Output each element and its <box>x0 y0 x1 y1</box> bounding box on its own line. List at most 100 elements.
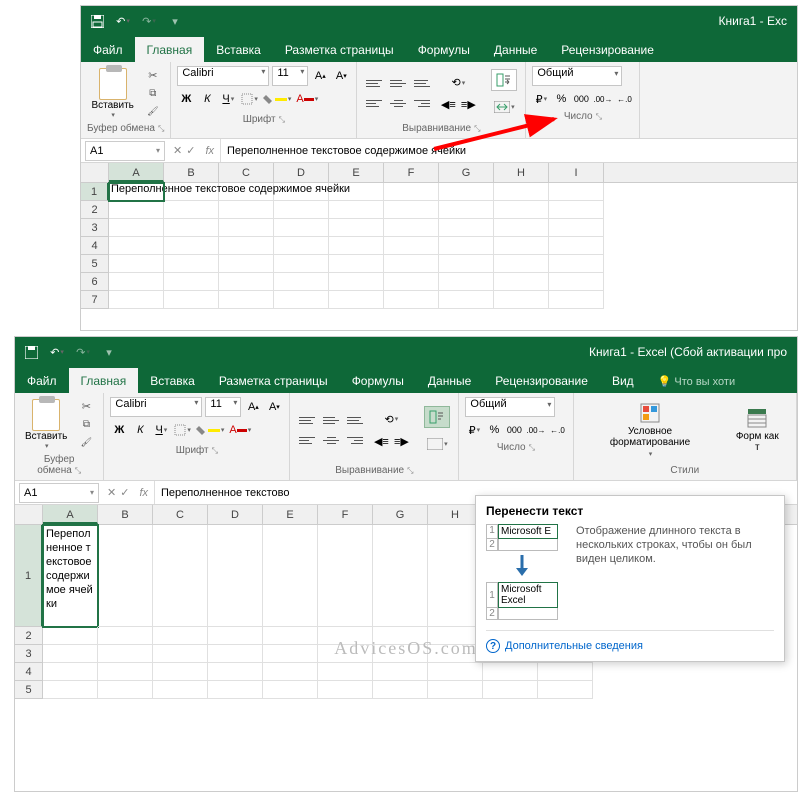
col-header[interactable]: E <box>263 505 318 524</box>
cell[interactable] <box>329 201 384 219</box>
font-size-select[interactable]: 11 <box>272 66 308 86</box>
clipboard-launcher-icon[interactable]: ⤡ <box>158 124 164 133</box>
cell[interactable] <box>549 237 604 255</box>
cell[interactable] <box>219 291 274 309</box>
wrap-text-button[interactable] <box>424 406 450 428</box>
cell[interactable] <box>274 219 329 237</box>
decrease-font-icon[interactable]: A▾ <box>265 397 283 417</box>
col-header[interactable]: B <box>164 163 219 182</box>
cut-icon[interactable] <box>77 399 95 415</box>
number-launcher-icon[interactable]: ⤡ <box>529 443 535 452</box>
cell[interactable] <box>274 201 329 219</box>
fx-icon[interactable]: fx <box>205 145 214 157</box>
number-launcher-icon[interactable]: ⤡ <box>596 112 602 121</box>
cell[interactable] <box>98 663 153 681</box>
increase-font-icon[interactable]: A▴ <box>244 397 262 417</box>
col-header[interactable]: F <box>384 163 439 182</box>
cell[interactable] <box>219 273 274 291</box>
cell[interactable] <box>164 237 219 255</box>
alignment-launcher-icon[interactable]: ⤡ <box>407 466 413 475</box>
cell[interactable] <box>153 627 208 645</box>
col-header[interactable]: H <box>494 163 549 182</box>
cell-a1[interactable]: Переполненное текстовое содержимое ячейк… <box>43 525 98 627</box>
cell[interactable] <box>329 291 384 309</box>
row-header[interactable]: 2 <box>15 627 43 645</box>
tab-data[interactable]: Данные <box>416 368 483 393</box>
cell[interactable] <box>274 273 329 291</box>
tab-page-layout[interactable]: Разметка страницы <box>273 37 406 62</box>
cell[interactable] <box>109 255 164 273</box>
format-painter-icon[interactable] <box>77 435 95 451</box>
cell[interactable] <box>219 237 274 255</box>
conditional-formatting-button[interactable]: Условное форматирование ▾ <box>580 400 721 460</box>
row-header[interactable]: 4 <box>81 237 109 255</box>
cell[interactable] <box>274 237 329 255</box>
italic-button[interactable]: К <box>198 89 216 109</box>
undo-icon[interactable]: ↶▾ <box>113 11 133 31</box>
cell[interactable] <box>263 525 318 627</box>
cancel-formula-icon[interactable]: ✕ <box>173 144 182 157</box>
orientation-button[interactable]: ⟲▾ <box>372 409 410 429</box>
tab-insert[interactable]: Вставка <box>138 368 207 393</box>
cell[interactable] <box>263 645 318 663</box>
cell[interactable] <box>164 255 219 273</box>
cell[interactable] <box>494 255 549 273</box>
cell[interactable] <box>384 255 439 273</box>
cell[interactable] <box>164 201 219 219</box>
increase-indent-button[interactable]: ≡▶ <box>392 431 410 451</box>
row-header[interactable]: 5 <box>15 681 43 699</box>
col-header[interactable]: G <box>373 505 428 524</box>
orientation-button[interactable]: ⟲▾ <box>439 73 477 93</box>
cell[interactable] <box>329 237 384 255</box>
name-box[interactable]: A1 <box>19 483 99 503</box>
increase-decimal-button[interactable]: .00→ <box>525 420 546 440</box>
decrease-decimal-button[interactable]: ←.0 <box>615 89 633 109</box>
merge-center-button[interactable]: ▾ <box>424 433 450 455</box>
cell[interactable] <box>219 255 274 273</box>
italic-button[interactable]: К <box>131 420 149 440</box>
cell[interactable] <box>164 273 219 291</box>
cell[interactable] <box>263 681 318 699</box>
cell[interactable] <box>43 627 98 645</box>
bold-button[interactable]: Ж <box>110 420 128 440</box>
underline-button[interactable]: Ч▾ <box>152 420 170 440</box>
redo-icon[interactable]: ↷▾ <box>139 11 159 31</box>
percent-format-button[interactable]: % <box>485 420 503 440</box>
decrease-indent-button[interactable]: ◀≡ <box>439 95 457 115</box>
cancel-formula-icon[interactable]: ✕ <box>107 486 116 499</box>
font-name-select[interactable]: Calibri <box>110 397 202 417</box>
tab-file[interactable]: Файл <box>15 368 69 393</box>
font-color-button[interactable]: A▾ <box>228 420 252 440</box>
align-left-button[interactable] <box>363 95 385 113</box>
col-header[interactable]: C <box>153 505 208 524</box>
align-right-button[interactable] <box>411 95 433 113</box>
align-bottom-button[interactable] <box>411 75 433 93</box>
cell[interactable] <box>109 201 164 219</box>
cell[interactable] <box>494 237 549 255</box>
cell[interactable] <box>153 663 208 681</box>
tab-formulas[interactable]: Формулы <box>406 37 482 62</box>
cell[interactable] <box>483 681 538 699</box>
tab-insert[interactable]: Вставка <box>204 37 273 62</box>
cell[interactable] <box>208 627 263 645</box>
align-left-button[interactable] <box>296 431 318 449</box>
cell[interactable] <box>494 183 549 201</box>
cell[interactable] <box>549 291 604 309</box>
row-header[interactable]: 1 <box>15 525 43 627</box>
cell[interactable] <box>549 201 604 219</box>
cell[interactable] <box>153 645 208 663</box>
tab-formulas[interactable]: Формулы <box>340 368 416 393</box>
format-as-table-button[interactable]: Форм как т <box>725 405 790 455</box>
cell[interactable] <box>373 681 428 699</box>
cell[interactable] <box>263 627 318 645</box>
align-center-button[interactable] <box>320 431 342 449</box>
cell[interactable] <box>494 273 549 291</box>
cell[interactable] <box>274 255 329 273</box>
fx-icon[interactable]: fx <box>139 487 148 499</box>
borders-button[interactable]: ▾ <box>240 89 259 109</box>
cell[interactable] <box>274 291 329 309</box>
col-header[interactable]: A <box>109 163 164 182</box>
align-middle-button[interactable] <box>387 75 409 93</box>
qat-customize-icon[interactable]: ▾ <box>165 11 185 31</box>
tab-review[interactable]: Рецензирование <box>483 368 600 393</box>
